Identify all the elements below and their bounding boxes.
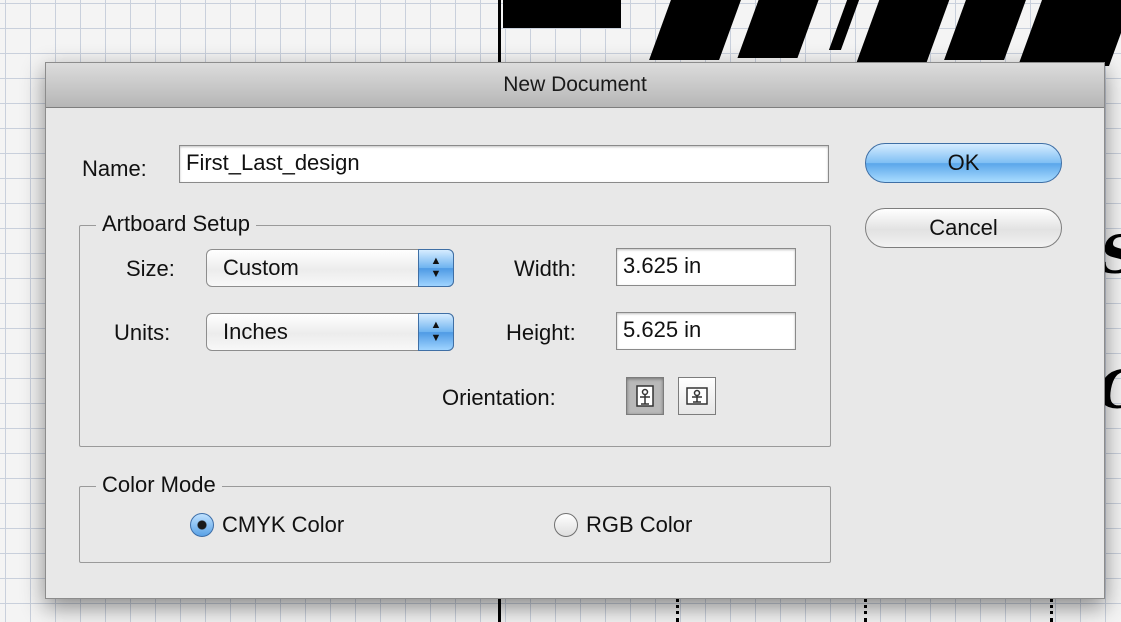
- width-label: Width:: [514, 256, 577, 281]
- cmyk-radio-label[interactable]: CMYK Color: [222, 512, 344, 538]
- artwork-shape: [737, 0, 819, 58]
- artwork-shape: [828, 0, 860, 50]
- units-select[interactable]: Inches ▲ ▼: [206, 313, 454, 351]
- color-mode-title: Color Mode: [96, 472, 222, 498]
- units-label: Units:: [114, 320, 171, 345]
- landscape-orientation-button[interactable]: [678, 377, 716, 415]
- artwork-shape: [503, 0, 621, 28]
- portrait-orientation-icon: [636, 385, 654, 407]
- size-label: Size:: [126, 256, 175, 281]
- cmyk-radio[interactable]: [190, 513, 214, 537]
- dialog-title: New Document: [46, 63, 1104, 108]
- width-field[interactable]: 3.625 in: [616, 248, 796, 286]
- ok-button[interactable]: OK: [865, 143, 1062, 183]
- new-document-dialog: New Document Name: First_Last_design OK …: [45, 62, 1105, 599]
- height-field[interactable]: 5.625 in: [616, 312, 796, 350]
- select-stepper-icon: ▲ ▼: [418, 249, 454, 287]
- name-label: Name:: [82, 156, 147, 181]
- artwork-shape: [856, 0, 950, 62]
- rgb-radio[interactable]: [554, 513, 578, 537]
- cancel-button[interactable]: Cancel: [865, 208, 1062, 248]
- rgb-radio-label[interactable]: RGB Color: [586, 512, 692, 538]
- size-select[interactable]: Custom ▲ ▼: [206, 249, 454, 287]
- height-label: Height:: [506, 320, 576, 345]
- artwork-shape: [649, 0, 741, 60]
- artboard-setup-title: Artboard Setup: [96, 211, 256, 237]
- portrait-orientation-button[interactable]: [626, 377, 664, 415]
- artwork-shape: [944, 0, 1026, 60]
- landscape-orientation-icon: [686, 387, 708, 405]
- artwork-shape: [1017, 0, 1121, 66]
- size-select-value: Custom: [223, 255, 299, 280]
- name-field[interactable]: First_Last_design: [179, 145, 829, 183]
- units-select-value: Inches: [223, 319, 288, 344]
- select-stepper-icon: ▲ ▼: [418, 313, 454, 351]
- orientation-label: Orientation:: [442, 385, 556, 410]
